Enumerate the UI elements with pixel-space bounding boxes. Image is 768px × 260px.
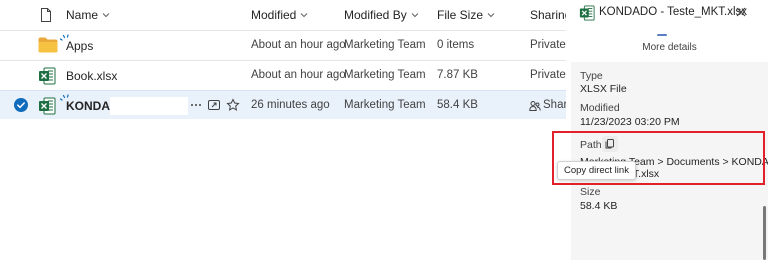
column-header-file-size-label: File Size bbox=[437, 8, 484, 22]
modified-by: Marketing Team bbox=[344, 39, 426, 51]
modified-label: Modified bbox=[580, 102, 620, 114]
column-header-modified-label: Modified bbox=[251, 8, 297, 22]
row-checkbox[interactable] bbox=[14, 98, 28, 112]
modified-by: Marketing Team bbox=[344, 69, 426, 81]
file-name[interactable]: Apps bbox=[66, 39, 93, 53]
sharing-status: Private bbox=[530, 39, 566, 51]
column-header-row: Name Modified Modified By File Size Shar… bbox=[0, 0, 566, 30]
more-actions-icon[interactable] bbox=[189, 98, 203, 112]
excel-file-icon bbox=[39, 67, 56, 85]
size-label: Size bbox=[580, 186, 601, 198]
more-details-indicator bbox=[657, 34, 667, 36]
file-type-header-icon[interactable] bbox=[40, 8, 52, 22]
size-value: 58.4 KB bbox=[580, 200, 618, 212]
column-header-name[interactable]: Name bbox=[66, 8, 110, 22]
modified-by: Marketing Team bbox=[344, 99, 426, 111]
scrollbar[interactable] bbox=[763, 206, 766, 260]
file-size: 0 items bbox=[437, 39, 475, 51]
modified-date: About an hour ago bbox=[251, 39, 346, 51]
modified-date: About an hour ago bbox=[251, 69, 346, 81]
details-pane-header: KONDADO - Teste_MKT.xlsx More details bbox=[571, 0, 768, 62]
type-label: Type bbox=[580, 70, 603, 82]
details-pane-title: KONDADO - Teste_MKT.xlsx bbox=[599, 6, 748, 18]
column-header-modified-by[interactable]: Modified By bbox=[344, 8, 419, 22]
checkmark-icon bbox=[17, 102, 25, 109]
folder-icon bbox=[38, 37, 58, 53]
column-header-modified[interactable]: Modified bbox=[251, 8, 308, 22]
more-details-link[interactable]: More details bbox=[571, 42, 768, 53]
column-header-sharing[interactable]: Sharing bbox=[530, 8, 566, 22]
modified-date: 26 minutes ago bbox=[251, 99, 330, 111]
people-icon bbox=[529, 101, 541, 111]
file-size: 58.4 KB bbox=[437, 99, 478, 111]
chevron-down-icon bbox=[301, 13, 308, 18]
file-name[interactable]: Book.xlsx bbox=[66, 69, 117, 83]
file-list: Name Modified Modified By File Size Shar… bbox=[0, 0, 566, 260]
redacted-area bbox=[110, 97, 188, 115]
highlight-box bbox=[552, 131, 765, 185]
details-pane: KONDADO - Teste_MKT.xlsx More details Ty… bbox=[571, 0, 768, 260]
column-header-file-size[interactable]: File Size bbox=[437, 8, 495, 22]
column-header-modified-by-label: Modified By bbox=[344, 8, 407, 22]
table-row[interactable]: Apps About an hour ago Marketing Team 0 … bbox=[0, 30, 566, 60]
file-size: 7.87 KB bbox=[437, 69, 478, 81]
chevron-down-icon bbox=[102, 13, 110, 18]
chevron-down-icon bbox=[487, 13, 495, 18]
sharing-status: Private bbox=[530, 69, 566, 81]
modified-value: 11/23/2023 03:20 PM bbox=[580, 116, 680, 128]
chevron-down-icon bbox=[411, 13, 419, 18]
excel-file-icon bbox=[39, 97, 56, 115]
star-icon[interactable] bbox=[226, 98, 240, 112]
table-row-selected[interactable]: KONDADO 26 minutes ago Marketing Team 58… bbox=[0, 90, 566, 119]
column-header-sharing-label: Sharing bbox=[530, 8, 566, 22]
type-value: XLSX File bbox=[580, 83, 627, 95]
share-icon[interactable] bbox=[207, 98, 221, 112]
column-header-name-label: Name bbox=[66, 8, 99, 22]
close-icon[interactable] bbox=[734, 5, 748, 19]
excel-file-icon bbox=[579, 5, 595, 21]
share-link[interactable]: Share bbox=[543, 99, 566, 111]
table-row[interactable]: Book.xlsx About an hour ago Marketing Te… bbox=[0, 60, 566, 90]
